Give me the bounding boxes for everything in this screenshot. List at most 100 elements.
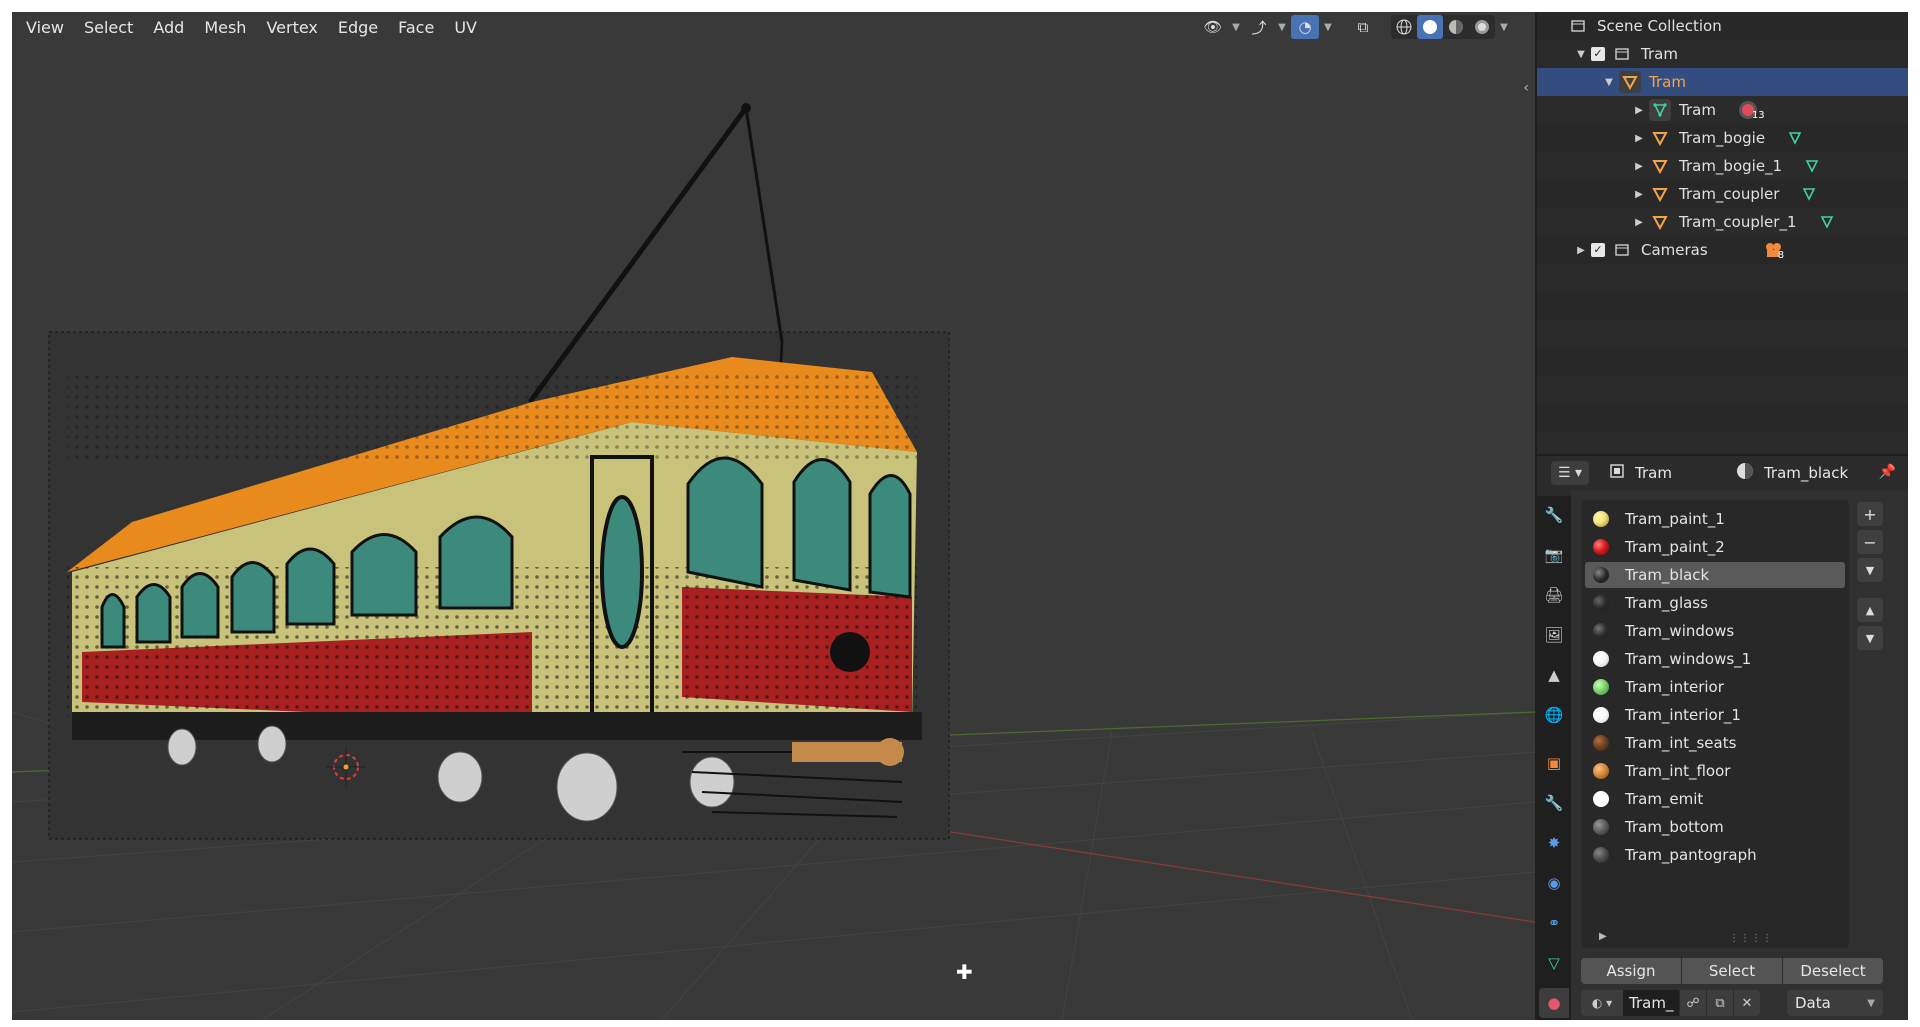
list-item[interactable]: Tram_windows_1 [1585, 646, 1845, 672]
list-item[interactable]: Tram_interior [1585, 674, 1845, 700]
modifier-tab-icon[interactable]: 🔧 [1539, 788, 1569, 818]
properties-header: ☰ ▾ Tram Tram_black 📌 [1537, 456, 1908, 490]
include-checkbox[interactable]: ✓ [1591, 47, 1605, 61]
view-layer-tab-icon[interactable]: 🖼 [1539, 620, 1569, 650]
close-icon[interactable]: ✕ [1733, 990, 1760, 1016]
list-item[interactable]: Tram_paint_1 [1585, 506, 1845, 532]
resize-grip-icon[interactable]: ⋮⋮⋮⋮ [1729, 933, 1773, 944]
scene-tab-icon[interactable]: ▲ [1539, 660, 1569, 690]
outliner-empty-row [1537, 432, 1908, 454]
duplicate-icon[interactable]: ⧉ [1706, 990, 1733, 1016]
chevron-down-icon[interactable]: ▼ [1497, 15, 1511, 39]
mesh-object-icon [1649, 155, 1671, 177]
outliner-row-tram-object[interactable]: ▼ Tram 👁 [1537, 68, 1908, 96]
menu-mesh[interactable]: Mesh [194, 16, 256, 40]
move-up-icon[interactable]: ▲ [1857, 598, 1883, 622]
viewport-tools: 👁 ▼ ⤴ ▼ ◔ ▼ ⧉ ▼ [1199, 15, 1511, 39]
rendered-shading-icon[interactable] [1469, 15, 1495, 39]
world-tab-icon[interactable]: 🌐 [1539, 700, 1569, 730]
chevron-left-icon[interactable]: ‹ [1523, 80, 1529, 96]
chevron-down-icon[interactable]: ▼ [1321, 15, 1335, 39]
menu-face[interactable]: Face [388, 16, 444, 40]
xray-toggle-icon[interactable]: ⧉ [1349, 15, 1377, 39]
wireframe-shading-icon[interactable] [1391, 15, 1417, 39]
list-item[interactable]: Tram_pantograph [1585, 842, 1845, 868]
outliner-row-tram-mesh-data[interactable]: ▶ Tram 13 [1537, 96, 1908, 124]
material-slot-name: Tram_emit [1625, 790, 1704, 808]
list-item[interactable]: Tram_black [1585, 562, 1845, 588]
list-item[interactable]: Tram_windows [1585, 618, 1845, 644]
deselect-button[interactable]: Deselect [1783, 958, 1883, 984]
expand-triangle-icon[interactable]: ▶ [1633, 133, 1645, 144]
menu-uv[interactable]: UV [444, 16, 487, 40]
expand-triangle-icon[interactable]: ▶ [1633, 105, 1645, 116]
pin-icon[interactable]: 📌 [1879, 464, 1896, 480]
list-item[interactable]: Tram_bottom [1585, 814, 1845, 840]
particles-tab-icon[interactable]: ✸ [1539, 828, 1569, 858]
link-mode-dropdown[interactable]: Data ▼ [1787, 990, 1883, 1016]
expand-triangle-icon[interactable]: ▶ [1633, 189, 1645, 200]
outliner-row-tram-coupler[interactable]: ▶ Tram_coupler 👁 [1537, 180, 1908, 208]
outliner-row-cameras[interactable]: ▶ ✓ Cameras 8 👁 [1537, 236, 1908, 264]
visibility-icon[interactable]: 👁 [1199, 15, 1227, 39]
output-tab-icon[interactable]: 🖨 [1539, 580, 1569, 610]
chevron-down-icon[interactable]: ▼ [1275, 15, 1289, 39]
fake-user-shield-icon[interactable]: ☍ [1679, 990, 1706, 1016]
remove-slot-button[interactable]: − [1857, 530, 1883, 554]
mesh-data-tab-icon[interactable]: ▽ [1539, 948, 1569, 978]
gizmo-icon[interactable]: ⤴ [1245, 15, 1273, 39]
mesh-data-icon [1819, 214, 1835, 230]
list-item[interactable]: Tram_int_seats [1585, 730, 1845, 756]
solid-shading-icon[interactable] [1417, 15, 1443, 39]
object-tab-icon[interactable]: ▣ [1539, 748, 1569, 778]
outliner-row-tram-bogie[interactable]: ▶ Tram_bogie 👁 [1537, 124, 1908, 152]
menu-vertex[interactable]: Vertex [256, 16, 327, 40]
material-slot-list[interactable]: Tram_paint_1 Tram_paint_2 Tram_black Tra… [1581, 500, 1849, 948]
expand-triangle-icon[interactable]: ▼ [1575, 49, 1587, 60]
physics-tab-icon[interactable]: ◉ [1539, 868, 1569, 898]
3d-viewport[interactable]: View Select Add Mesh Vertex Edge Face UV… [12, 12, 1535, 1020]
add-slot-button[interactable]: + [1857, 502, 1883, 526]
material-preview-icon[interactable] [1443, 15, 1469, 39]
expand-triangle-icon[interactable]: ▶ [1633, 217, 1645, 228]
expand-triangle-icon[interactable]: ▶ [1575, 245, 1587, 256]
outliner[interactable]: Scene Collection ▼ ✓ Tram 👁 ▼ Tram 👁 ▶ T… [1537, 12, 1908, 454]
outliner-row-tram-coupler-1[interactable]: ▶ Tram_coupler_1 👁 [1537, 208, 1908, 236]
chevron-down-icon[interactable]: ▼ [1229, 15, 1243, 39]
editor-type-button[interactable]: ☰ ▾ [1551, 461, 1589, 485]
viewport-scene[interactable] [12, 12, 1535, 1020]
overlays-icon[interactable]: ◔ [1291, 15, 1319, 39]
expand-triangle-icon[interactable]: ▶ [1633, 161, 1645, 172]
outliner-label: Tram [1641, 45, 1678, 63]
slot-menu-chevron-icon[interactable]: ▼ [1857, 558, 1883, 582]
list-item[interactable]: Tram_paint_2 [1585, 534, 1845, 560]
material-tab-icon[interactable]: ● [1539, 988, 1569, 1018]
mesh-data-icon [1804, 158, 1820, 174]
menu-view[interactable]: View [16, 16, 74, 40]
list-item[interactable]: Tram_interior_1 [1585, 702, 1845, 728]
move-down-icon[interactable]: ▼ [1857, 626, 1883, 650]
properties-editor[interactable]: ☰ ▾ Tram Tram_black 📌 🔧 📷 🖨 🖼 ▲ 🌐 ▣ 🔧 ✸ … [1537, 456, 1908, 1020]
render-tab-icon[interactable]: 📷 [1539, 540, 1569, 570]
outliner-row-tram-bogie-1[interactable]: ▶ Tram_bogie_1 👁 [1537, 152, 1908, 180]
shading-modes [1391, 15, 1495, 39]
expand-triangle-icon[interactable]: ▶ [1599, 931, 1607, 942]
outliner-row-scene-collection[interactable]: Scene Collection [1537, 12, 1908, 40]
outliner-row-tram-collection[interactable]: ▼ ✓ Tram 👁 [1537, 40, 1908, 68]
material-slot-name: Tram_windows_1 [1625, 650, 1752, 668]
tool-tab-icon[interactable]: 🔧 [1539, 500, 1569, 530]
constraints-tab-icon[interactable]: ⚭ [1539, 908, 1569, 938]
menu-edge[interactable]: Edge [328, 16, 388, 40]
expand-triangle-icon[interactable]: ▼ [1603, 77, 1615, 88]
list-item[interactable]: Tram_glass [1585, 590, 1845, 616]
outliner-label: Tram [1649, 73, 1686, 91]
select-button[interactable]: Select [1682, 958, 1783, 984]
include-checkbox[interactable]: ✓ [1591, 243, 1605, 257]
list-item[interactable]: Tram_emit [1585, 786, 1845, 812]
menu-add[interactable]: Add [143, 16, 194, 40]
assign-button[interactable]: Assign [1581, 958, 1682, 984]
material-name-field[interactable]: Tram_ [1623, 990, 1679, 1016]
menu-select[interactable]: Select [74, 16, 143, 40]
list-item[interactable]: Tram_int_floor [1585, 758, 1845, 784]
browse-material-button[interactable]: ◐ ▾ [1581, 990, 1623, 1016]
